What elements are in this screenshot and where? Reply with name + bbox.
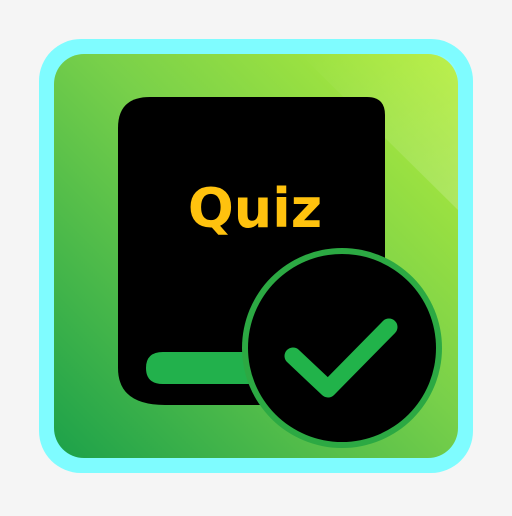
quiz-icon-graphic — [39, 39, 473, 473]
quiz-label: Quiz — [187, 177, 323, 240]
quiz-app-icon: Quiz — [0, 0, 512, 512]
check-badge — [242, 248, 442, 448]
